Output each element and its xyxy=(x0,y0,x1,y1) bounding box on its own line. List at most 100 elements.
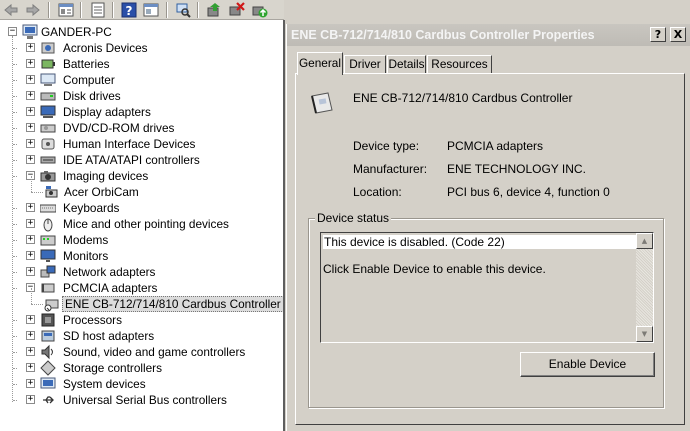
expand-icon[interactable]: + xyxy=(26,107,35,116)
tab-details[interactable]: Details xyxy=(387,55,426,74)
human-interface-devices-icon xyxy=(40,136,56,152)
device-status-textbox[interactable]: This device is disabled. (Code 22) Click… xyxy=(320,232,654,343)
uninstall-icon[interactable] xyxy=(229,2,245,18)
tree-guide-line xyxy=(13,224,17,225)
imaging-devices-icon xyxy=(40,168,56,184)
tree-guide-line xyxy=(13,336,17,337)
tree-guide-line xyxy=(13,240,17,241)
manufacturer-value: ENE TECHNOLOGY INC. xyxy=(447,162,586,176)
expand-icon[interactable]: + xyxy=(26,235,35,244)
tree-item-label: Storage controllers xyxy=(63,361,163,375)
sd-host-adapters-icon xyxy=(40,328,56,344)
tree-item-label: System devices xyxy=(63,377,146,391)
properties-icon[interactable] xyxy=(58,2,74,18)
device-tree[interactable]: − GANDER-PC + Acronis Devices + Batteries + C… xyxy=(0,20,285,431)
pcmcia-adapters-icon xyxy=(40,280,56,296)
expand-icon[interactable]: + xyxy=(26,75,35,84)
tree-guide-line xyxy=(13,144,17,145)
universal-serial-bus-controllers-icon xyxy=(40,392,56,408)
tree-guide-line xyxy=(13,80,17,81)
expand-icon[interactable]: + xyxy=(26,139,35,148)
enable-device-button[interactable]: Enable Device xyxy=(520,352,655,377)
monitors-icon xyxy=(40,248,56,264)
toolbar-separator xyxy=(48,2,50,18)
toolbar-separator xyxy=(197,2,199,18)
scroll-up-icon[interactable]: ▲ xyxy=(636,233,653,249)
tree-item-label: Disk drives xyxy=(63,89,121,103)
tab-driver[interactable]: Driver xyxy=(344,55,386,74)
system-devices-icon xyxy=(40,376,56,392)
expand-icon[interactable]: + xyxy=(26,379,35,388)
tab-resources[interactable]: Resources xyxy=(427,55,492,74)
update-driver-icon[interactable] xyxy=(206,2,222,18)
computer-icon xyxy=(22,24,38,40)
display-adapters-icon xyxy=(40,104,56,120)
expand-icon[interactable]: + xyxy=(26,91,35,100)
help-button[interactable]: ? xyxy=(650,27,666,42)
expand-icon[interactable]: + xyxy=(26,267,35,276)
tree-guide-line xyxy=(13,320,17,321)
tree-guide-line xyxy=(13,368,17,369)
device-type-value: PCMCIA adapters xyxy=(447,139,544,153)
acronis-devices-icon xyxy=(40,40,56,56)
tree-root-label: GANDER-PC xyxy=(41,25,112,39)
acer-orbicam-icon xyxy=(44,184,60,200)
location-value: PCI bus 6, device 4, function 0 xyxy=(447,185,610,199)
expand-icon[interactable]: + xyxy=(26,363,35,372)
properties-dialog: ENE CB-712/714/810 Cardbus Controller Pr… xyxy=(286,24,690,431)
tree-item-label: Keyboards xyxy=(63,201,120,215)
expand-icon[interactable]: + xyxy=(26,395,35,404)
device-status-legend: Device status xyxy=(315,211,392,225)
tree-guide-line xyxy=(13,272,17,273)
tree-item-label: DVD/CD-ROM drives xyxy=(63,121,175,135)
expand-icon[interactable]: + xyxy=(26,123,35,132)
scan-icon[interactable] xyxy=(175,2,191,18)
dialog-titlebar[interactable]: ENE CB-712/714/810 Cardbus Controller Pr… xyxy=(287,24,690,46)
tree-item-label: Universal Serial Bus controllers xyxy=(63,393,227,407)
tree-guide-line xyxy=(13,112,17,113)
toolbar: ? xyxy=(0,0,284,20)
tree-item-label: Acronis Devices xyxy=(63,41,148,55)
network-adapters-icon xyxy=(40,264,56,280)
tree-guide-line xyxy=(13,96,17,97)
expand-icon[interactable]: + xyxy=(26,331,35,340)
view-icon[interactable] xyxy=(143,2,159,18)
expand-icon[interactable]: + xyxy=(26,219,35,228)
tree-item-label: IDE ATA/ATAPI controllers xyxy=(63,153,200,167)
expand-icon[interactable]: + xyxy=(26,203,35,212)
expand-icon[interactable]: + xyxy=(26,59,35,68)
tree-item-label: Monitors xyxy=(63,249,109,263)
tree-item-label: Processors xyxy=(63,313,123,327)
expand-icon[interactable]: + xyxy=(26,155,35,164)
tree-item-label: Human Interface Devices xyxy=(63,137,196,151)
help-icon[interactable]: ? xyxy=(121,2,137,18)
toolbar-separator xyxy=(80,2,82,18)
expand-icon[interactable]: + xyxy=(26,43,35,52)
expand-icon[interactable]: + xyxy=(26,315,35,324)
expand-icon[interactable]: + xyxy=(26,347,35,356)
toolbar-separator xyxy=(112,2,114,18)
expand-icon[interactable]: + xyxy=(26,251,35,260)
dialog-title: ENE CB-712/714/810 Cardbus Controller Pr… xyxy=(291,28,595,42)
scroll-down-icon[interactable]: ▼ xyxy=(636,326,653,342)
tree-item-label: Modems xyxy=(63,233,109,247)
ene-cb-712-714-810-cardbus-controller-icon xyxy=(44,296,60,312)
forward-icon[interactable] xyxy=(25,2,41,18)
tree-guide-line xyxy=(31,192,43,193)
enable-icon[interactable] xyxy=(252,2,268,18)
tree-item-label: ENE CB-712/714/810 Cardbus Controller xyxy=(62,296,283,312)
collapse-icon[interactable]: − xyxy=(8,27,17,36)
tree-item-label: Computer xyxy=(63,73,115,87)
tab-general[interactable]: General xyxy=(297,52,343,75)
tree-item-label: SD host adapters xyxy=(63,329,155,343)
tree-guide-line xyxy=(13,160,17,161)
back-icon[interactable] xyxy=(3,2,19,18)
tree-item-label: Network adapters xyxy=(63,265,156,279)
cardbus-controller-icon xyxy=(309,90,335,116)
close-button[interactable]: X xyxy=(670,27,686,42)
update-icon[interactable] xyxy=(90,2,106,18)
status-scrollbar[interactable]: ▲ ▼ xyxy=(636,233,653,342)
svg-text:?: ? xyxy=(126,4,133,18)
keyboards-icon xyxy=(39,200,57,216)
tree-guide-line xyxy=(12,36,13,402)
